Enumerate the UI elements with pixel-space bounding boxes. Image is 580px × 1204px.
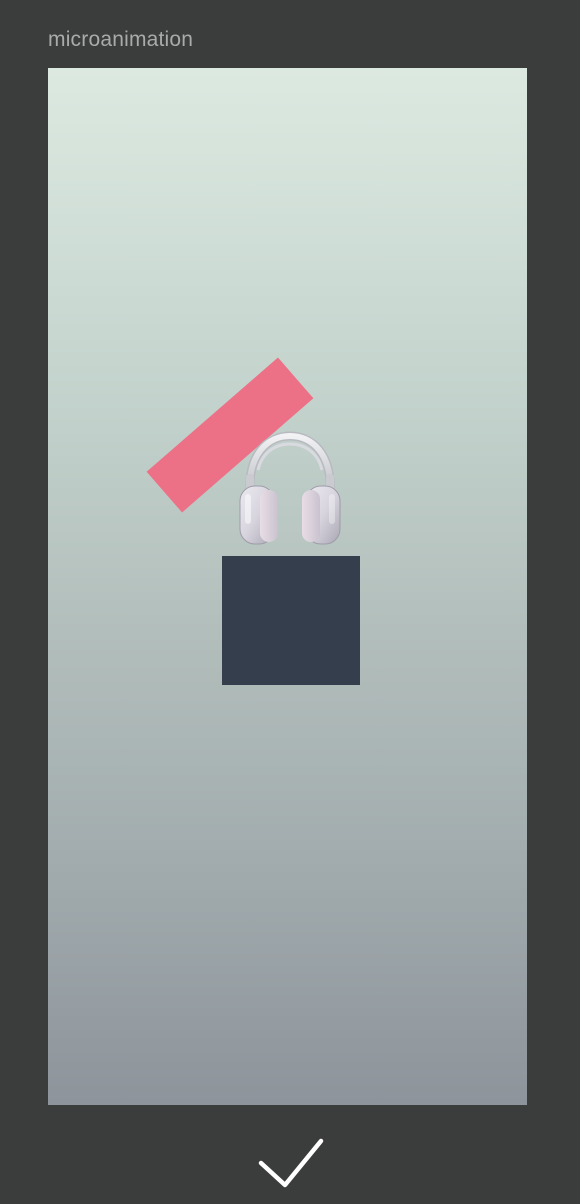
headphones-image: [239, 431, 341, 545]
app-window: microanimation: [0, 0, 580, 1204]
dark-square-shape: [222, 556, 360, 685]
confirm-button[interactable]: [250, 1134, 330, 1192]
checkmark-icon: [258, 1138, 324, 1188]
animation-canvas: [48, 68, 527, 1105]
page-title: microanimation: [48, 28, 194, 51]
